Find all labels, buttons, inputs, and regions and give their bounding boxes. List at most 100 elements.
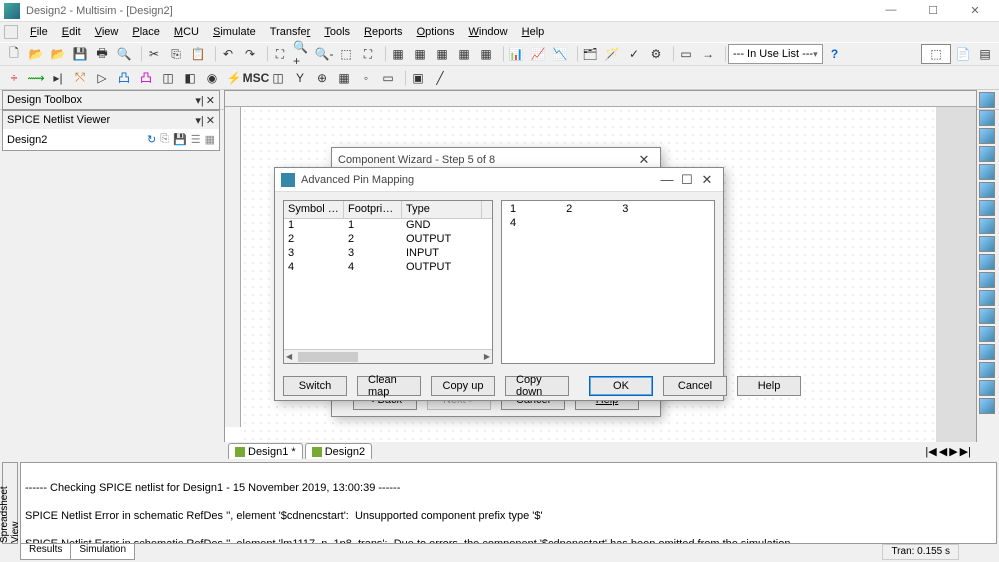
transistor-icon[interactable]: ⤲ (70, 68, 90, 88)
print-icon[interactable]: 🖶 (92, 44, 112, 64)
dialog-minimize-icon[interactable]: — (657, 172, 677, 187)
switch-button[interactable]: Switch (283, 376, 347, 396)
sheet1-icon[interactable]: ▦ (388, 44, 408, 64)
current-probe-icon[interactable] (979, 398, 995, 414)
menu-transfer[interactable]: Transfer (264, 24, 317, 40)
table-row[interactable]: 11GND (284, 219, 492, 233)
excel-icon[interactable]: 📊 (506, 44, 526, 64)
spreadsheet-view-handle[interactable]: Spreadsheet View (2, 462, 18, 544)
panel-pin-icon[interactable]: ▾| (195, 94, 203, 107)
clean-map-button[interactable]: Clean map (357, 376, 421, 396)
minimize-icon[interactable]: — (877, 4, 905, 17)
find-icon[interactable]: ☰ (191, 133, 201, 146)
table-row[interactable]: 44OUTPUT (284, 261, 492, 275)
menu-edit[interactable]: Edit (56, 24, 87, 40)
diode-icon[interactable]: ▸| (48, 68, 68, 88)
pin-preview-grid[interactable]: 1 2 3 4 (501, 200, 715, 364)
copy-down-button[interactable]: Copy down (505, 376, 569, 396)
drc-icon[interactable]: ✓ (624, 44, 644, 64)
col-symbol-pins[interactable]: Symbol pins (284, 201, 344, 218)
sheet4-icon[interactable]: ▦ (454, 44, 474, 64)
basic-icon[interactable]: ⟿ (26, 68, 46, 88)
forward-annotate-icon[interactable]: → (698, 44, 718, 64)
power-icon[interactable]: ⚡ (224, 68, 244, 88)
zoomarea-icon[interactable]: ⬚ (336, 44, 356, 64)
menu-window[interactable]: Window (462, 24, 513, 40)
tab-design1[interactable]: Design1 * (228, 443, 303, 459)
layers-icon[interactable]: ▤ (975, 44, 995, 64)
paste-icon[interactable]: 📋 (188, 44, 208, 64)
palette-icon[interactable]: ▦ (205, 133, 215, 146)
export-icon[interactable]: ⎘ (160, 133, 169, 146)
bus-icon[interactable]: ╱ (430, 68, 450, 88)
wizard-icon[interactable]: 🪄 (602, 44, 622, 64)
zoomin-icon[interactable]: 🔍+ (292, 44, 312, 64)
cancel-button[interactable]: Cancel (663, 376, 727, 396)
wattmeter-icon[interactable] (979, 128, 995, 144)
save-icon[interactable]: 💾 (70, 44, 90, 64)
panel-pin-icon[interactable]: ▾| (195, 114, 203, 127)
zoomout-icon[interactable]: 🔍- (314, 44, 334, 64)
tab-prev-icon[interactable]: ◀ (939, 445, 947, 458)
mdi-child-icon[interactable] (4, 25, 18, 39)
output-log[interactable]: ------ Checking SPICE netlist for Design… (20, 462, 997, 544)
sheet3-icon[interactable]: ▦ (432, 44, 452, 64)
doc-icon[interactable]: 📄 (953, 44, 973, 64)
dialog-maximize-icon[interactable]: ☐ (677, 172, 697, 188)
open-icon[interactable]: 📂 (26, 44, 46, 64)
dialog-close-icon[interactable]: ✕ (697, 172, 717, 188)
cut-icon[interactable]: ✂ (144, 44, 164, 64)
zoomfit-icon[interactable]: ⛶ (358, 44, 378, 64)
ni-icon[interactable]: ▦ (334, 68, 354, 88)
scope4ch-icon[interactable] (979, 164, 995, 180)
distortion-icon[interactable] (979, 290, 995, 306)
connector-icon[interactable]: ◦ (356, 68, 376, 88)
dialog-close-icon[interactable]: ✕ (634, 152, 654, 168)
col-footprint[interactable]: Footprint ... (344, 201, 402, 218)
panel-close-icon[interactable]: ✕ (206, 114, 215, 127)
copy-up-button[interactable]: Copy up (431, 376, 495, 396)
tab-next-icon[interactable]: ▶ (949, 445, 957, 458)
sheet5-icon[interactable]: ▦ (476, 44, 496, 64)
tek-icon[interactable] (979, 362, 995, 378)
ok-button[interactable]: OK (589, 376, 653, 396)
logicanalyzer-icon[interactable] (979, 236, 995, 252)
table-row[interactable]: 33INPUT (284, 247, 492, 261)
ultiboard-icon[interactable]: ▭ (676, 44, 696, 64)
refresh-icon[interactable]: ↻ (147, 133, 156, 146)
oscilloscope-icon[interactable] (979, 146, 995, 162)
wordgen-icon[interactable] (979, 218, 995, 234)
postproc-icon[interactable]: 📉 (550, 44, 570, 64)
tab-last-icon[interactable]: ▶| (960, 445, 971, 458)
tab-results[interactable]: Results (20, 544, 71, 560)
menu-place[interactable]: Place (126, 24, 166, 40)
open2-icon[interactable]: 📂 (48, 44, 68, 64)
options-icon[interactable]: ⚙ (646, 44, 666, 64)
ivanalyzer-icon[interactable] (979, 272, 995, 288)
logicconverter-icon[interactable] (979, 254, 995, 270)
advanced-icon[interactable]: ◫ (268, 68, 288, 88)
table-row[interactable]: 22OUTPUT (284, 233, 492, 247)
help-icon[interactable]: ? (825, 44, 845, 64)
fullscreen-icon[interactable]: ⛶ (270, 44, 290, 64)
mcu2-icon[interactable]: ▭ (378, 68, 398, 88)
copy-icon[interactable]: ⎘ (166, 44, 186, 64)
trigger-icon[interactable]: ⬚ (921, 44, 951, 64)
rf-icon[interactable]: Y (290, 68, 310, 88)
agilent-icon[interactable] (979, 344, 995, 360)
tab-design2[interactable]: Design2 (305, 443, 372, 459)
table-scroll[interactable] (284, 349, 492, 363)
tab-first-icon[interactable]: |◀ (925, 445, 936, 458)
spectrum-icon[interactable] (979, 308, 995, 324)
maximize-icon[interactable]: ☐ (919, 4, 947, 17)
analog-icon[interactable]: ▷ (92, 68, 112, 88)
panel-close-icon[interactable]: ✕ (206, 94, 215, 107)
preview-icon[interactable]: 🔍 (114, 44, 134, 64)
col-type[interactable]: Type (402, 201, 482, 218)
indicator-icon[interactable]: ◉ (202, 68, 222, 88)
menu-options[interactable]: Options (411, 24, 461, 40)
help-button[interactable]: Help (737, 376, 801, 396)
funcgen-icon[interactable] (979, 110, 995, 126)
misc-digital-icon[interactable]: ◫ (158, 68, 178, 88)
source-icon[interactable]: ÷ (4, 68, 24, 88)
